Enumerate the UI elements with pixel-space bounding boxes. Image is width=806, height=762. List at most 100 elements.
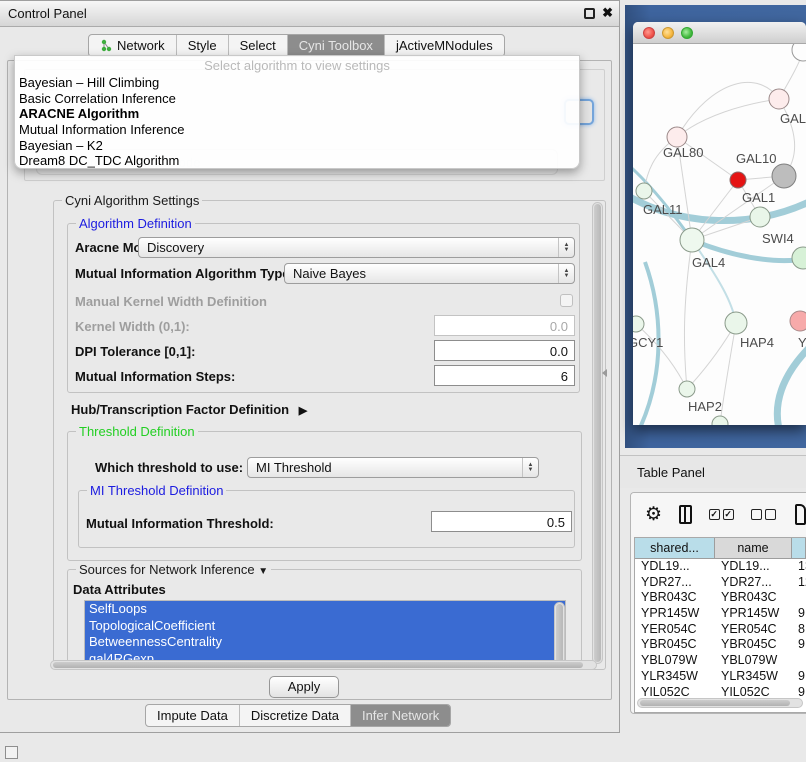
network-node-GAL1[interactable] (750, 207, 770, 227)
table-cell: YDL19... (715, 559, 792, 575)
menu-item[interactable]: Bayesian – K2 (15, 138, 579, 154)
list-item[interactable]: SelfLoops (85, 601, 565, 618)
network-node-GAL4[interactable] (680, 228, 704, 252)
tab-discretize-data[interactable]: Discretize Data (240, 705, 351, 726)
dpi-tolerance-field[interactable]: 0.0 (434, 340, 575, 361)
table-row[interactable]: YPR145WYPR145W9. (635, 606, 806, 622)
tab-style[interactable]: Style (177, 35, 229, 56)
network-node-bottom-node[interactable] (712, 416, 728, 425)
which-threshold-combo[interactable]: MI Threshold ▲▼ (247, 457, 539, 478)
network-window: GALGAL80GAL10GAL11GAL1SWI4GAL4GCY1HAP4YH… (633, 22, 806, 425)
network-edge[interactable] (720, 323, 736, 424)
table-cell (792, 590, 806, 606)
column-header-shared-name[interactable]: shared... (635, 538, 715, 558)
network-node-top-node[interactable] (792, 44, 806, 61)
network-node-GAL[interactable] (769, 89, 789, 109)
aracne-mode-combo[interactable]: Discovery ▲▼ (138, 237, 575, 258)
tab-label: Infer Network (362, 708, 439, 723)
float-panel-corner-icon[interactable] (5, 746, 18, 759)
control-panel-window: Control Panel ✖ Network Style Select Cyn… (0, 0, 620, 733)
network-edge[interactable] (677, 82, 779, 137)
table-cell: YBR045C (715, 637, 792, 653)
network-edge[interactable] (636, 324, 687, 389)
table-row[interactable]: YBR043CYBR043C (635, 590, 806, 606)
network-node-SWI4[interactable] (792, 247, 806, 269)
settings-scrollbar[interactable] (592, 202, 603, 664)
network-node-GAL10[interactable] (772, 164, 796, 188)
mi-threshold-definition-title: MI Threshold Definition (87, 483, 226, 498)
table-row[interactable]: YBL079WYBL079W (635, 653, 806, 669)
node-table: shared... name YDL19...YDL19...13YDR27..… (634, 537, 806, 713)
sources-label: Sources for Network Inference (79, 562, 255, 577)
column-header-name[interactable]: name (715, 538, 792, 558)
mi-type-label: Mutual Information Algorithm Type: (75, 266, 294, 281)
kernel-width-field[interactable]: 0.0 (434, 315, 575, 336)
table-cell: YBR043C (635, 590, 715, 606)
close-icon[interactable]: ✖ (602, 5, 613, 21)
network-node-HAP4[interactable] (725, 312, 747, 334)
splitpane-collapse-arrow[interactable] (602, 369, 607, 377)
table-row[interactable]: YLR345WYLR345W9. (635, 669, 806, 685)
table-row[interactable]: YDR27...YDR27...12 (635, 575, 806, 591)
gear-icon[interactable]: ⚙ (645, 505, 662, 524)
select-all-checkboxes-icon[interactable]: ✓✓ (709, 509, 734, 520)
menu-item[interactable]: Basic Correlation Inference (15, 91, 579, 107)
tab-infer-network[interactable]: Infer Network (351, 705, 450, 726)
network-edge[interactable] (687, 323, 736, 389)
mi-threshold-field[interactable]: 0.5 (431, 511, 572, 532)
close-traffic-light-icon[interactable] (643, 27, 655, 39)
network-node-GCY1[interactable] (633, 316, 644, 332)
menu-item[interactable]: Mutual Information Inference (15, 122, 579, 138)
deselect-all-checkboxes-icon[interactable] (751, 509, 776, 520)
tab-label: Select (240, 38, 276, 53)
algorithm-definition-group: Algorithm Definition Aracne Mode: Discov… (67, 223, 580, 393)
tab-impute-data[interactable]: Impute Data (146, 705, 240, 726)
dropdown-placeholder: Select algorithm to view settings (15, 58, 579, 75)
minimize-traffic-light-icon[interactable] (662, 27, 674, 39)
menu-item[interactable]: Dream8 DC_TDC Algorithm (15, 153, 579, 169)
list-item[interactable]: BetweennessCentrality (85, 634, 565, 651)
data-attributes-list[interactable]: SelfLoops TopologicalCoefficient Between… (84, 600, 566, 667)
network-edge[interactable] (684, 240, 692, 389)
apply-button[interactable]: Apply (269, 676, 339, 698)
tab-cyni-toolbox[interactable]: Cyni Toolbox (288, 35, 385, 56)
table-row[interactable]: YDL19...YDL19...13 (635, 559, 806, 575)
mi-steps-field[interactable]: 6 (434, 365, 575, 386)
sources-group-title[interactable]: Sources for Network Inference ▼ (76, 562, 271, 577)
zoom-traffic-light-icon[interactable] (681, 27, 693, 39)
network-node-GAL11[interactable] (636, 183, 652, 199)
network-node-HAP2[interactable] (679, 381, 695, 397)
manual-kernel-checkbox[interactable] (560, 294, 573, 307)
menu-item[interactable]: Bayesian – Hill Climbing (15, 75, 579, 91)
threshold-definition-group: Threshold Definition Which threshold to … (67, 431, 582, 561)
network-edge[interactable] (777, 342, 806, 425)
tab-label: jActiveMNodules (396, 38, 493, 53)
mi-type-combo[interactable]: Naive Bayes ▲▼ (284, 263, 575, 284)
column-header-partial[interactable] (792, 538, 806, 558)
network-node-red-node[interactable] (730, 172, 746, 188)
table-cell: 9. (792, 606, 806, 622)
tab-jactivemnodules[interactable]: jActiveMNodules (385, 35, 504, 56)
network-canvas[interactable]: GALGAL80GAL10GAL11GAL1SWI4GAL4GCY1HAP4YH… (633, 44, 806, 425)
settings-hscrollbar[interactable] (50, 660, 597, 670)
menu-item[interactable]: ARACNE Algorithm (15, 106, 579, 122)
list-item[interactable]: TopologicalCoefficient (85, 618, 565, 635)
table-cell: YLR345W (635, 669, 715, 685)
network-node-GAL80[interactable] (667, 127, 687, 147)
hub-definition-toggle[interactable]: Hub/Transcription Factor Definition ▶ (71, 402, 307, 417)
table-panel: ⚙ ✓✓ shared... name YDL19...YDL19...13YD… (630, 492, 806, 714)
table-row[interactable]: YER054CYER054C8. (635, 622, 806, 638)
network-node-Y-node[interactable] (790, 311, 806, 331)
network-edge[interactable] (677, 99, 779, 137)
tab-select[interactable]: Select (229, 35, 288, 56)
table-header-row: shared... name (635, 538, 806, 559)
document-icon[interactable] (795, 504, 806, 525)
table-cell: YPR145W (715, 606, 792, 622)
table-row[interactable]: YBR045CYBR045C9. (635, 637, 806, 653)
tab-network[interactable]: Network (89, 35, 177, 56)
tab-label: Cyni Toolbox (299, 38, 373, 53)
attributes-scrollbar[interactable] (554, 602, 565, 665)
columns-icon[interactable] (679, 505, 692, 524)
table-hscrollbar[interactable] (637, 698, 803, 708)
float-panel-icon[interactable] (584, 8, 595, 19)
